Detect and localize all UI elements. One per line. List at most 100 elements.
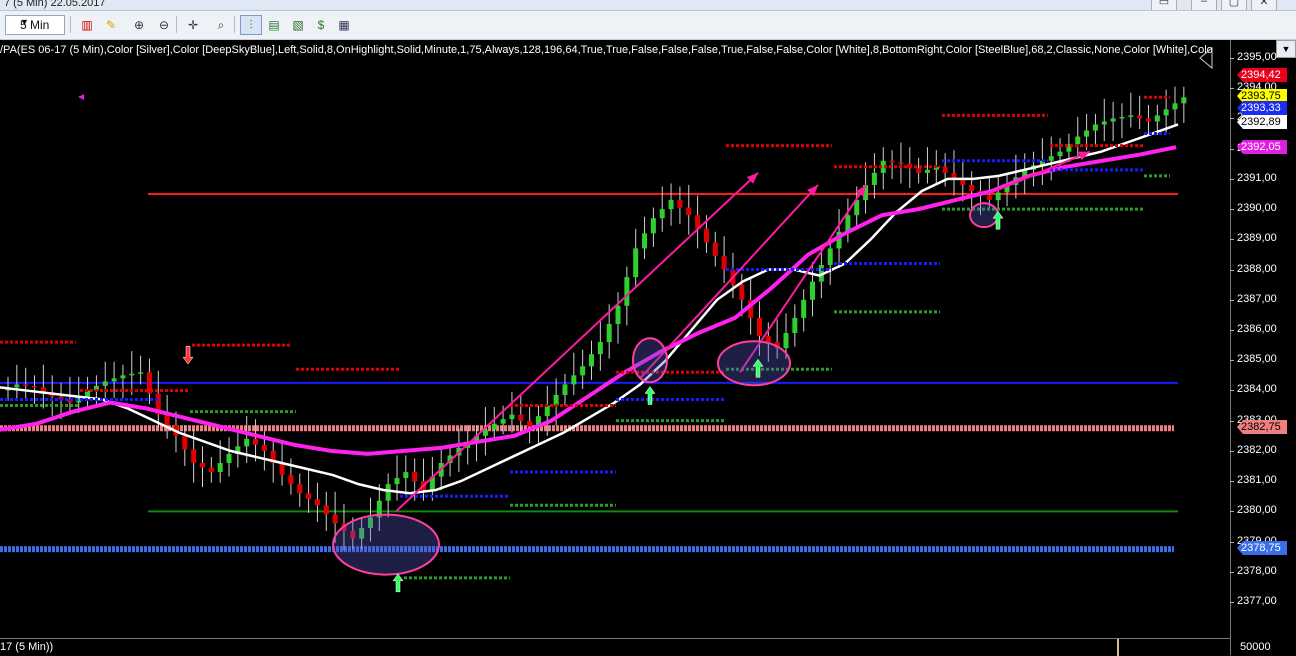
candle-body (1057, 151, 1063, 157)
candle-body (650, 218, 656, 234)
candle-body (1163, 109, 1169, 116)
price-tick: 2391,00 (1237, 171, 1277, 184)
highlight-ellipse (332, 513, 440, 576)
candle-body (889, 160, 895, 163)
candle-body (1172, 103, 1178, 110)
candle-body (571, 375, 577, 385)
tick-mark (1230, 299, 1234, 301)
candle-body (659, 209, 665, 219)
candle-body (509, 414, 515, 420)
price-marker: 2392,89 (1237, 115, 1287, 129)
candle-body (412, 472, 418, 482)
candle-body (253, 438, 259, 445)
candle-body (164, 414, 170, 426)
candle-body (217, 462, 223, 473)
candle-body (297, 484, 303, 494)
highlight-ellipse (632, 337, 668, 384)
candle-body (995, 192, 1001, 201)
price-marker: 2394,42 (1237, 68, 1287, 82)
candle-body (827, 248, 833, 266)
price-marker: 2378,75 (1237, 541, 1287, 555)
marker-icon (78, 94, 84, 100)
tick-mark (1230, 88, 1234, 90)
candle-body (624, 277, 630, 306)
price-tick: 2382,00 (1237, 443, 1277, 456)
candle-body (129, 373, 135, 376)
candle-body (871, 172, 877, 185)
candle-body (1084, 130, 1090, 137)
volume-axis-tick: 50000 (1240, 641, 1271, 653)
candle-body (102, 381, 108, 386)
candle-body (138, 372, 144, 374)
candle-body (1101, 121, 1107, 125)
tick-mark (1230, 360, 1234, 362)
tick-mark (1230, 178, 1234, 180)
candle-body (1048, 156, 1054, 161)
price-tick: 2389,00 (1237, 232, 1277, 245)
candle-body (924, 169, 930, 173)
candle-body (739, 284, 745, 300)
candle-body (288, 475, 294, 485)
price-marker: 2393,75 (1237, 89, 1287, 103)
candle-body (686, 207, 692, 216)
candle-body (589, 354, 594, 367)
candle-body (279, 462, 285, 476)
tick-mark (1230, 450, 1234, 452)
candle-body (633, 248, 639, 278)
candle-body (1128, 115, 1134, 117)
candle-body (1137, 115, 1143, 119)
candle-body (226, 453, 232, 463)
candle-body (562, 384, 568, 395)
tick-mark (1230, 602, 1234, 603)
tick-mark (1230, 118, 1234, 120)
candle-body (615, 305, 621, 324)
sell-signal-icon (182, 345, 194, 365)
trend-arrow (395, 172, 759, 513)
candle-body (261, 444, 267, 451)
candle-body (208, 467, 214, 473)
candle-body (1154, 115, 1160, 122)
candle-body (703, 228, 709, 243)
white-moving-average (0, 123, 1179, 495)
trend-arrow (987, 150, 1091, 195)
tick-mark (1230, 541, 1234, 543)
candle-body (916, 168, 922, 173)
candle-body (244, 438, 250, 447)
candle-body (677, 200, 683, 208)
candle-body (385, 484, 391, 501)
candle-body (969, 184, 975, 191)
candle-body (1075, 136, 1081, 145)
price-tick: 2388,00 (1237, 262, 1277, 275)
tick-mark (1230, 390, 1234, 392)
volume-panel[interactable]: 17 (5 Min)) 50000 (0, 638, 1271, 656)
volume-panel-label: 17 (5 Min)) (0, 641, 54, 653)
tick-mark (1230, 330, 1234, 331)
indicator-parameters: /PA(ES 06-17 (5 Min),Color [Silver],Colo… (0, 44, 1213, 56)
tick-mark (1230, 148, 1234, 150)
candle-body (491, 423, 497, 430)
candle-body (580, 366, 586, 376)
price-tick: 2384,00 (1237, 383, 1277, 396)
highlight-ellipse (717, 340, 791, 387)
highlight-ellipse (969, 202, 999, 229)
tick-mark (1230, 481, 1234, 483)
tick-mark (1230, 571, 1234, 573)
candle-body (1119, 116, 1125, 119)
price-tick: 2381,00 (1237, 474, 1277, 487)
tick-mark (1230, 420, 1234, 422)
price-tick: 2385,00 (1237, 353, 1277, 366)
candle-body (898, 162, 904, 164)
candle-body (500, 419, 506, 424)
candle-body (606, 323, 612, 343)
volume-bar (1117, 639, 1119, 656)
candle-body (23, 384, 29, 386)
candle-body (801, 299, 807, 318)
candle-body (332, 514, 338, 524)
candlestick-chart (0, 46, 1213, 593)
candle-body (544, 405, 550, 417)
candle-body (323, 505, 329, 515)
candle-body (1145, 118, 1151, 122)
candle-body (314, 499, 320, 506)
candle-body (597, 342, 603, 355)
candle-body (810, 281, 816, 300)
